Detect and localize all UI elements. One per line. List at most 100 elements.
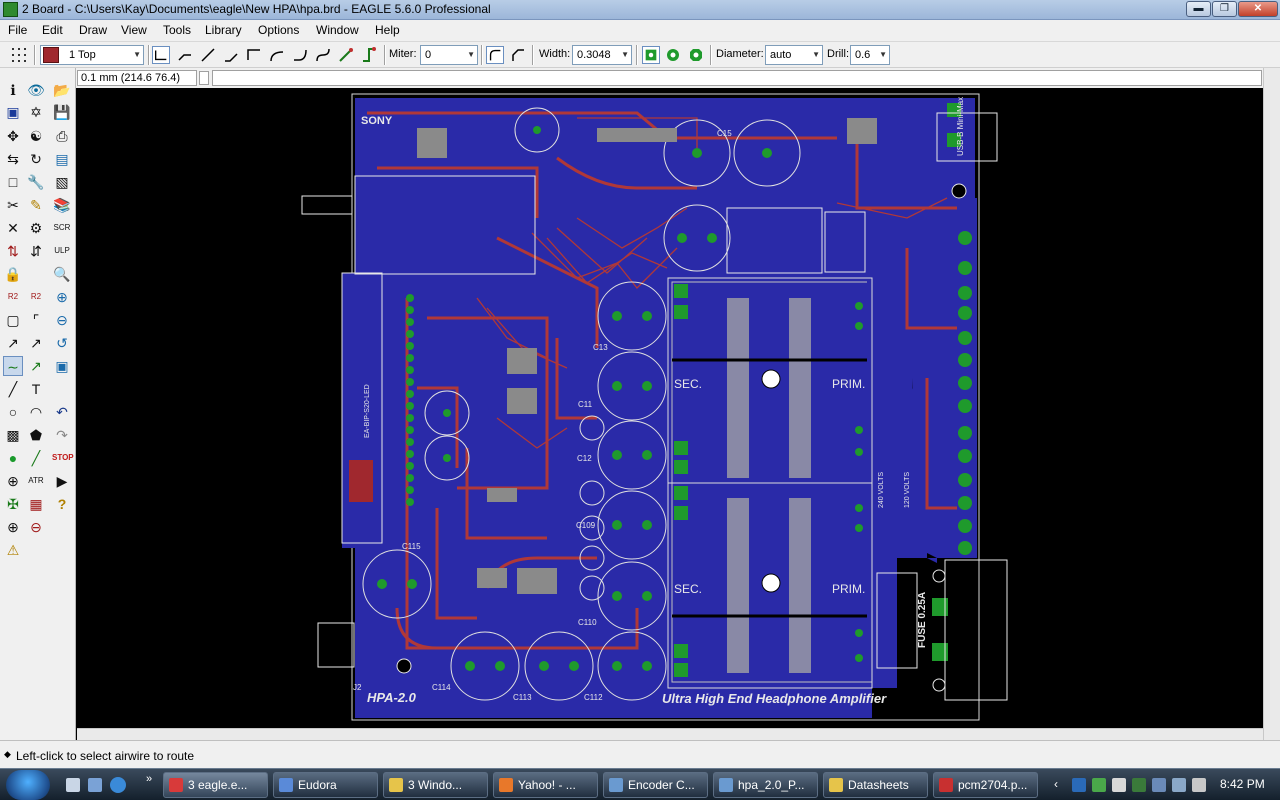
follow-me-router-icon[interactable]: [337, 46, 355, 64]
minimize-button[interactable]: ▬: [1186, 1, 1211, 17]
mark-icon[interactable]: ✡: [26, 102, 46, 122]
via-octagon-icon[interactable]: [687, 46, 705, 64]
undo-icon[interactable]: ↶: [52, 402, 72, 422]
task-eagle[interactable]: 3 eagle.e...: [163, 772, 268, 798]
cam-processor-icon[interactable]: ▤: [52, 149, 72, 169]
name-icon[interactable]: R2: [3, 287, 23, 307]
attribute-icon[interactable]: ATR: [26, 471, 46, 491]
script-icon[interactable]: SCR: [52, 218, 72, 238]
rect-icon[interactable]: ▩: [3, 425, 23, 445]
autorouter-icon[interactable]: ▦: [26, 494, 46, 514]
taskbar-clock[interactable]: 8:42 PM: [1220, 777, 1265, 791]
pcb-drawing[interactable]: SONY HPA-2.0 Ultra High End Headphone Am…: [77, 88, 1263, 728]
menu-file[interactable]: File: [8, 23, 27, 37]
ripup-icon[interactable]: ↗: [26, 356, 46, 376]
add-icon[interactable]: ⚙: [26, 218, 46, 238]
split-icon[interactable]: ✂: [3, 195, 23, 215]
switch-windows-icon[interactable]: [88, 778, 102, 792]
menu-edit[interactable]: Edit: [42, 23, 63, 37]
optimize-icon[interactable]: ↗: [26, 333, 46, 353]
menu-options[interactable]: Options: [258, 23, 299, 37]
task-pcm2704[interactable]: pcm2704.p...: [933, 772, 1038, 798]
rotate-icon[interactable]: ↻: [26, 149, 46, 169]
task-windows[interactable]: 3 Windo...: [383, 772, 488, 798]
tray-icon-5[interactable]: [1192, 778, 1206, 792]
tray-icon-4[interactable]: [1132, 778, 1146, 792]
maximize-button[interactable]: ❐: [1212, 1, 1237, 17]
quicklaunch-more-icon[interactable]: »: [146, 773, 152, 785]
tray-icon-2[interactable]: [1092, 778, 1106, 792]
display-layers-icon[interactable]: ▣: [3, 102, 23, 122]
miter-straight-icon[interactable]: [509, 46, 527, 64]
stop-icon[interactable]: STOP: [52, 448, 74, 468]
menu-help[interactable]: Help: [375, 23, 400, 37]
grid-icon[interactable]: [10, 46, 28, 64]
drc-icon[interactable]: ⊕: [3, 517, 23, 537]
volume-icon[interactable]: [1172, 778, 1186, 792]
via-square-icon[interactable]: [642, 46, 660, 64]
circle-icon[interactable]: ○: [3, 402, 23, 422]
wire-bend-straight-icon[interactable]: [199, 46, 217, 64]
print-icon[interactable]: ⎙: [52, 126, 72, 146]
paste-icon[interactable]: ✎: [26, 195, 46, 215]
width-select[interactable]: 0.3048 ▼: [572, 45, 632, 65]
use-library-icon[interactable]: 📚: [52, 195, 72, 215]
open-icon[interactable]: 📂: [52, 80, 72, 100]
zoom-out-icon[interactable]: ⊖: [52, 310, 72, 330]
errors-icon[interactable]: ⊖: [26, 517, 46, 537]
replace-icon[interactable]: ⇵: [26, 241, 46, 261]
zoom-fit-icon[interactable]: 🔍: [52, 264, 72, 284]
redo-icon[interactable]: ↷: [52, 425, 72, 445]
wire-icon[interactable]: ╱: [3, 379, 23, 399]
menu-draw[interactable]: Draw: [79, 23, 107, 37]
polygon-icon[interactable]: ⬟: [26, 425, 46, 445]
vertical-scrollbar[interactable]: [1263, 68, 1280, 740]
show-desktop-icon[interactable]: [66, 778, 80, 792]
mirror-icon[interactable]: ⇆: [3, 149, 23, 169]
arc-icon[interactable]: ◠: [26, 402, 46, 422]
miter-icon[interactable]: ⌜: [26, 310, 46, 330]
copy-icon[interactable]: ☯: [26, 126, 46, 146]
drill-select[interactable]: 0.6 ▼: [850, 45, 890, 65]
layer-select[interactable]: 1 Top ▼: [40, 45, 144, 65]
task-hpa[interactable]: hpa_2.0_P...: [713, 772, 818, 798]
lock-icon[interactable]: 🔒: [3, 264, 23, 284]
wire-bend-45b-icon[interactable]: [222, 46, 240, 64]
menu-view[interactable]: View: [121, 23, 147, 37]
wire-bend-spline-icon[interactable]: [314, 46, 332, 64]
pinswap-icon[interactable]: ⇅: [3, 241, 23, 261]
command-history-button[interactable]: [199, 71, 209, 85]
miter-select[interactable]: 0 ▼: [420, 45, 478, 65]
help-icon[interactable]: ?: [52, 494, 72, 514]
move-icon[interactable]: ✥: [3, 126, 23, 146]
close-button[interactable]: ✕: [1238, 1, 1278, 17]
ratsnest-icon[interactable]: ✠: [3, 494, 23, 514]
route-icon[interactable]: ∼: [3, 356, 23, 376]
zoom-in-icon[interactable]: ⊕: [52, 287, 72, 307]
text-icon[interactable]: T: [26, 379, 46, 399]
hole-icon[interactable]: ⊕: [3, 471, 23, 491]
wire-bend-90b-icon[interactable]: [245, 46, 263, 64]
wire-bend-arc-icon[interactable]: [268, 46, 286, 64]
value-icon[interactable]: R2: [26, 287, 46, 307]
zoom-select-icon[interactable]: ▣: [52, 356, 72, 376]
ulp-icon[interactable]: ULP: [52, 241, 72, 261]
follow-me-end-icon[interactable]: [360, 46, 378, 64]
wire-bend-45-icon[interactable]: [176, 46, 194, 64]
diameter-select[interactable]: auto ▼: [765, 45, 823, 65]
schematic-icon[interactable]: ▧: [52, 172, 72, 192]
menu-tools[interactable]: Tools: [163, 23, 191, 37]
wire-bend-90-icon[interactable]: [152, 46, 170, 64]
command-input[interactable]: [212, 70, 1262, 86]
network-icon[interactable]: [1152, 778, 1166, 792]
delete-icon[interactable]: ✕: [3, 218, 23, 238]
signal-icon[interactable]: ╱: [26, 448, 46, 468]
save-icon[interactable]: 💾: [52, 102, 72, 122]
tray-icon-1[interactable]: [1072, 778, 1086, 792]
go-icon[interactable]: ▶: [52, 471, 72, 491]
menu-library[interactable]: Library: [205, 23, 242, 37]
smash-icon[interactable]: ▢: [3, 310, 23, 330]
task-datasheets[interactable]: Datasheets: [823, 772, 928, 798]
miter-round-icon[interactable]: [486, 46, 504, 64]
tray-expand-icon[interactable]: ‹: [1054, 777, 1058, 791]
